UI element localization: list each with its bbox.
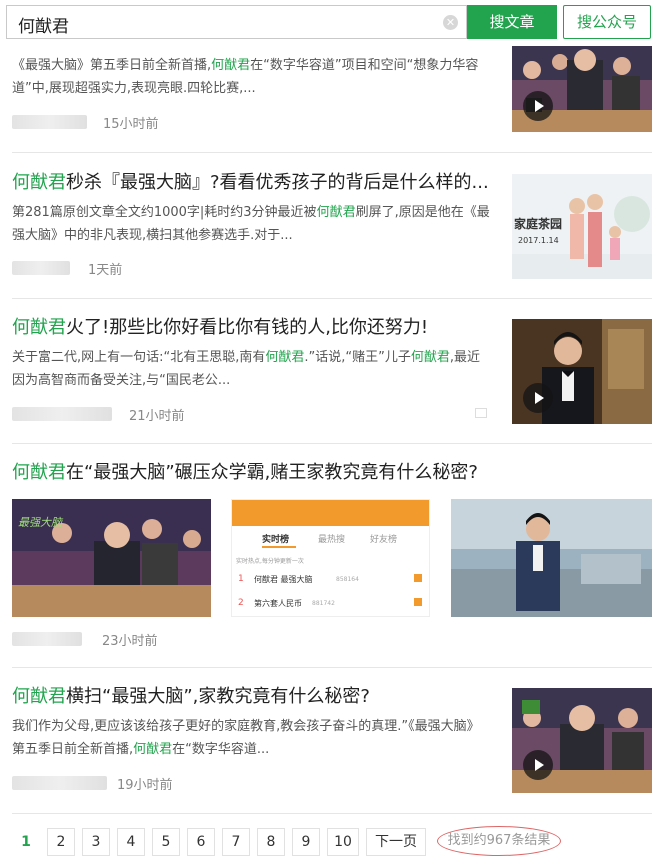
page-link-3[interactable]: 3 [82, 828, 110, 856]
page-link-2[interactable]: 2 [47, 828, 75, 856]
result-thumbnail[interactable]: 家庭茶园 2017.1.14 [512, 174, 652, 279]
divider [12, 152, 652, 153]
search-articles-button[interactable]: 搜文章 [467, 5, 557, 39]
result-meta: 19小时前 [12, 773, 212, 793]
divider [12, 443, 652, 444]
search-accounts-button[interactable]: 搜公众号 [563, 5, 651, 39]
result-time: 21小时前 [129, 409, 185, 424]
ranking-count: 881742 [312, 600, 335, 607]
thumbnail-date: 2017.1.14 [518, 236, 559, 245]
result-title[interactable]: 何猷君秒杀『最强大脑』?看看优秀孩子的背后是什么样的... [12, 171, 492, 195]
ranking-item: 何猷君 最强大脑 [254, 575, 313, 584]
result-time: 19小时前 [117, 778, 173, 793]
hot-icon [414, 574, 422, 582]
page-link-8[interactable]: 8 [257, 828, 285, 856]
hot-icon [414, 598, 422, 606]
thumbnail-image [451, 499, 652, 617]
ranking-number: 2 [238, 598, 244, 608]
search-bar: 何猷君 ✕ 搜文章 搜公众号 [0, 0, 657, 46]
result-title[interactable]: 何猷君横扫“最强大脑”,家教究竟有什么秘密? [12, 685, 492, 709]
result-image[interactable]: 最强大脑 [12, 499, 211, 617]
page-link-1[interactable]: 1 [12, 828, 40, 856]
play-icon[interactable] [523, 750, 553, 780]
result-thumbnail[interactable] [512, 688, 652, 793]
page-link-4[interactable]: 4 [117, 828, 145, 856]
search-query[interactable]: 何猷君 [18, 12, 69, 37]
result-thumbnail[interactable] [512, 319, 652, 424]
ranking-tab: 实时榜 [262, 535, 290, 545]
ranking-tab: 最热搜 [318, 535, 346, 545]
page-link-6[interactable]: 6 [187, 828, 215, 856]
page-link-5[interactable]: 5 [152, 828, 180, 856]
ranking-number: 1 [238, 574, 244, 584]
blurred-account-name [12, 407, 112, 421]
result-description: 《最强大脑》第五季日前全新首播,何猷君在“数字华容道”项目和空间“想象力华容道”… [12, 58, 479, 96]
result-meta: 1天前 [12, 258, 212, 278]
divider [12, 813, 652, 814]
blurred-account-name [12, 632, 82, 646]
play-icon[interactable] [523, 383, 553, 413]
page-link-7[interactable]: 7 [222, 828, 250, 856]
next-page-button[interactable]: 下一页 [366, 828, 426, 856]
divider [12, 298, 652, 299]
thumbnail-caption: 最强大脑 [18, 516, 62, 529]
result-time: 15小时前 [103, 117, 159, 132]
page-link-10[interactable]: 10 [327, 828, 359, 856]
result-description: 关于富二代,网上有一句话:“北有王思聪,南有何猷君.”话说,“赌王”儿子何猷君,… [12, 350, 481, 388]
result-description: 我们作为父母,更应该该给孩子更好的家庭教育,教会孩子奋斗的真理.”《最强大脑》第… [12, 719, 480, 757]
result-count: 找到约967条结果 [437, 826, 561, 856]
divider [12, 667, 652, 668]
result-thumbnail[interactable] [512, 40, 652, 132]
clear-icon[interactable]: ✕ [443, 15, 458, 30]
result-meta: 15小时前 [12, 112, 212, 132]
result-image[interactable] [451, 499, 652, 617]
result-time: 23小时前 [102, 634, 158, 649]
share-icon[interactable] [475, 408, 487, 418]
result-time: 1天前 [88, 263, 123, 278]
result-title[interactable]: 何猷君火了!那些比你好看比你有钱的人,比你还努力! [12, 316, 492, 340]
result-title[interactable]: 何猷君在“最强大脑”碾压众学霸,赌王家教究竟有什么秘密? [12, 461, 652, 485]
thumbnail-caption: 家庭茶园 [514, 217, 563, 231]
result-image[interactable]: 实时榜 最热搜 好友榜 实时热点,每分钟更新一次 1 何猷君 最强大脑 8581… [231, 499, 430, 617]
ranking-count: 858164 [336, 576, 359, 583]
ranking-item: 第六套人民币 [254, 599, 302, 608]
ranking-tab: 好友榜 [370, 535, 398, 545]
ranking-subtitle: 实时热点,每分钟更新一次 [236, 558, 304, 565]
result-meta: 21小时前 [12, 404, 212, 424]
blurred-account-name [12, 776, 107, 790]
search-input[interactable]: 何猷君 ✕ [6, 5, 467, 39]
result-meta: 23小时前 [12, 629, 212, 649]
result-description: 第281篇原创文章全文约1000字|耗时约3分钟最近被何猷君刷屏了,原因是他在《… [12, 205, 490, 243]
play-icon[interactable] [523, 91, 553, 121]
blurred-account-name [12, 115, 87, 129]
blurred-account-name [12, 261, 70, 275]
page-link-9[interactable]: 9 [292, 828, 320, 856]
